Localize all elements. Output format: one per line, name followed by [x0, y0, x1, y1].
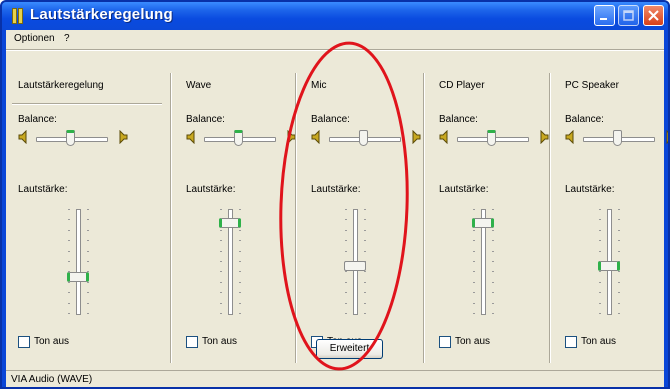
- mute-label: Ton aus: [202, 336, 238, 347]
- mute-checkbox[interactable]: [186, 336, 198, 348]
- menu-bar: Optionen ?: [6, 30, 664, 48]
- advanced-button[interactable]: Erweitert: [316, 339, 383, 359]
- mute-label: Ton aus: [581, 336, 617, 347]
- volume-slider-thumb[interactable]: [67, 272, 89, 282]
- window-title: Lautstärkeregelung: [30, 6, 173, 23]
- speaker-right-icon: [409, 129, 421, 149]
- mute-checkbox[interactable]: [439, 336, 451, 348]
- volume-slider-thumb[interactable]: [472, 218, 494, 228]
- maximize-button[interactable]: [618, 5, 639, 26]
- balance-label: Balance:: [18, 114, 57, 125]
- volume-label: Lautstärke:: [439, 184, 489, 195]
- menu-help[interactable]: ?: [64, 33, 70, 44]
- mixer-column-cd-player: CD Player Balance: Lautstärke: Ton aus: [427, 58, 549, 368]
- mixer-column-wave: Wave Balance: Lautstärke: Ton aus: [174, 58, 296, 368]
- speaker-left-icon: [311, 129, 323, 149]
- mute-label: Ton aus: [34, 336, 70, 347]
- column-divider: [295, 73, 297, 363]
- column-title: PC Speaker: [565, 80, 619, 91]
- balance-label: Balance:: [311, 114, 350, 125]
- volume-slider-thumb[interactable]: [219, 218, 241, 228]
- balance-slider-thumb[interactable]: [613, 130, 622, 146]
- volume-label: Lautstärke:: [186, 184, 236, 195]
- volume-slider-thumb[interactable]: [598, 261, 620, 271]
- speaker-left-icon: [186, 129, 198, 149]
- volume-label: Lautstärke:: [18, 184, 68, 195]
- column-divider: [170, 73, 172, 363]
- mute-label: Ton aus: [455, 336, 491, 347]
- column-divider: [549, 73, 551, 363]
- balance-slider-thumb[interactable]: [359, 130, 368, 146]
- menu-optionen[interactable]: Optionen: [14, 33, 55, 44]
- volume-label: Lautstärke:: [565, 184, 615, 195]
- mute-checkbox[interactable]: [18, 336, 30, 348]
- status-bar: VIA Audio (WAVE): [6, 370, 664, 387]
- column-title: Lautstärkeregelung: [18, 80, 104, 91]
- speaker-left-icon: [565, 129, 577, 149]
- speaker-right-icon: [663, 129, 668, 149]
- volume-control-icon: [12, 8, 24, 24]
- column-title: Mic: [311, 80, 327, 91]
- speaker-right-icon: [537, 129, 549, 149]
- menu-separator: [6, 49, 664, 51]
- balance-slider-thumb[interactable]: [487, 130, 496, 146]
- volume-slider-thumb[interactable]: [344, 261, 366, 271]
- speaker-right-icon: [116, 129, 128, 149]
- close-button[interactable]: [643, 5, 664, 26]
- balance-label: Balance:: [565, 114, 604, 125]
- balance-label: Balance:: [439, 114, 478, 125]
- balance-label: Balance:: [186, 114, 225, 125]
- mixer-column-pc-speaker: PC Speaker Balance: Lautstärke: Ton aus: [553, 58, 668, 368]
- title-bar[interactable]: Lautstärkeregelung: [2, 2, 668, 30]
- mixer-column-mic: MicBalance:Lautstärke:Ton aus: [299, 58, 421, 368]
- master-header-line: [12, 103, 162, 105]
- volume-track[interactable]: [76, 209, 81, 315]
- column-title: CD Player: [439, 80, 485, 91]
- minimize-button[interactable]: [594, 5, 615, 26]
- balance-slider-thumb[interactable]: [234, 130, 243, 146]
- column-divider: [423, 73, 425, 363]
- mute-checkbox[interactable]: [565, 336, 577, 348]
- client-area: Optionen ? Lautstärkeregelung Balance: Lau…: [6, 30, 668, 387]
- speaker-left-icon: [439, 129, 451, 149]
- balance-slider-thumb[interactable]: [66, 130, 75, 146]
- status-text: VIA Audio (WAVE): [11, 374, 93, 385]
- speaker-left-icon: [18, 129, 30, 149]
- volume-control-window: Lautstärkeregelung Optionen ? Lautstärke…: [0, 0, 670, 389]
- column-title: Wave: [186, 80, 212, 91]
- volume-label: Lautstärke:: [311, 184, 361, 195]
